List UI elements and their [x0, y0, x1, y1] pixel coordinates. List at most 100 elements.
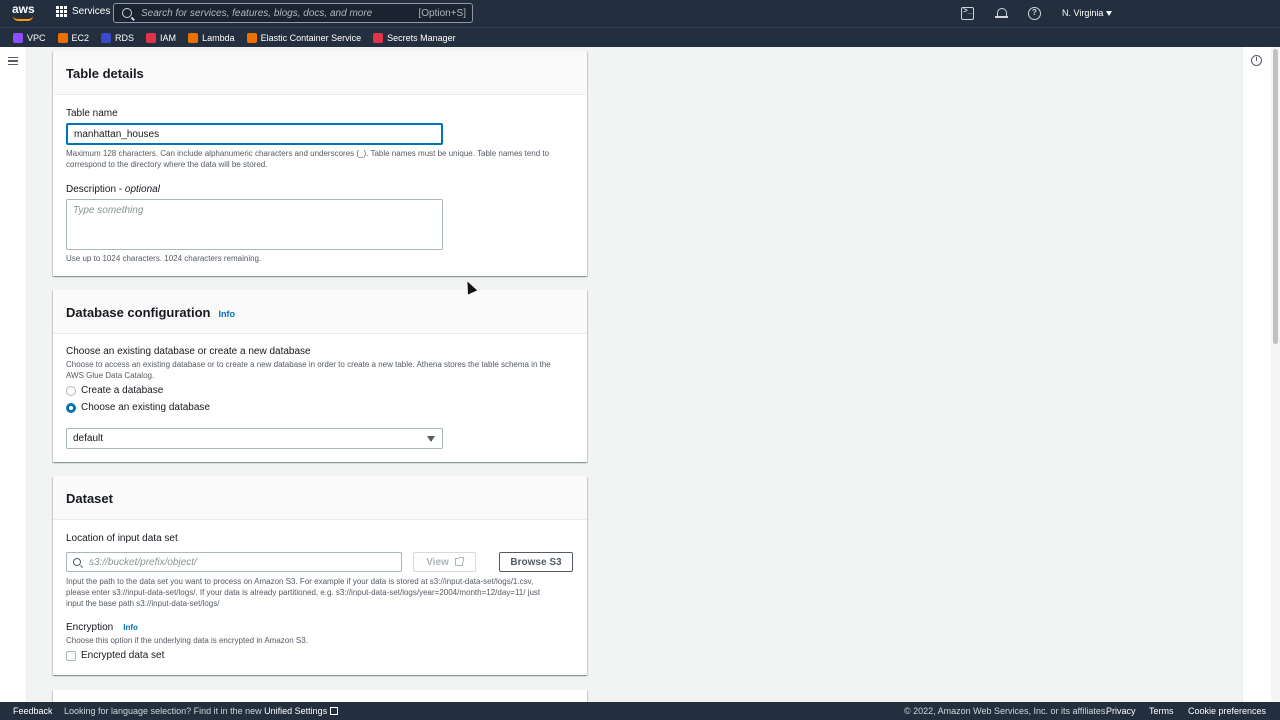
- favorite-iam[interactable]: IAM: [146, 32, 177, 43]
- table-name-hint-line: Maximum 128 characters. Can include alph…: [66, 149, 550, 158]
- browse-s3-label: Browse S3: [510, 556, 562, 568]
- database-configuration-title: Database configuration Info: [66, 305, 235, 320]
- language-text: Looking for language selection? Find it …: [64, 706, 262, 716]
- ecs-icon: [246, 32, 257, 43]
- global-search-input[interactable]: Search for services, features, blogs, do…: [113, 3, 473, 23]
- panel-header: Database configuration Info: [53, 290, 587, 334]
- encryption-hint: Choose this option if the underlying dat…: [66, 636, 308, 645]
- optional-label: optional: [124, 184, 160, 195]
- favorite-label: Lambda: [202, 32, 235, 43]
- table-name-hint: Maximum 128 characters. Can include alph…: [66, 148, 576, 170]
- favorite-label: VPC: [27, 32, 46, 43]
- iam-icon: [146, 32, 157, 43]
- favorite-label: Elastic Container Service: [260, 32, 362, 43]
- encrypted-data-set-checkbox[interactable]: Encrypted data set: [66, 650, 164, 661]
- favorites-bar: VPC EC2 RDS IAM Lambda Elastic Container…: [0, 27, 1280, 47]
- radio-label: Choose an existing database: [81, 402, 210, 413]
- database-choice-hint-line: Choose to access an existing database or…: [66, 360, 551, 369]
- footer: Feedback Looking for language selection?…: [0, 702, 1280, 720]
- favorite-ecs[interactable]: Elastic Container Service: [246, 32, 362, 43]
- database-select[interactable]: default: [66, 428, 443, 449]
- radio-label: Create a database: [81, 385, 164, 396]
- ec2-icon: [57, 32, 68, 43]
- database-configuration-title-text: Database configuration: [66, 305, 211, 320]
- region-selector[interactable]: N. Virginia: [1062, 8, 1113, 18]
- view-button-label: View: [426, 556, 449, 568]
- external-link-icon: [454, 557, 464, 566]
- encryption-label-text: Encryption: [66, 622, 114, 633]
- caret-down-icon: [427, 436, 435, 442]
- language-notice: Looking for language selection? Find it …: [64, 706, 339, 716]
- location-placeholder: s3://bucket/prefix/object/: [89, 556, 197, 568]
- favorite-vpc[interactable]: VPC: [13, 32, 46, 43]
- cloudshell-icon[interactable]: [961, 6, 974, 20]
- top-navigation: aws Services Search for services, featur…: [0, 0, 1280, 27]
- feedback-link[interactable]: Feedback: [13, 706, 53, 716]
- rds-icon: [101, 32, 112, 43]
- unified-settings-link[interactable]: Unified Settings: [264, 706, 327, 716]
- favorite-label: Secrets Manager: [387, 32, 456, 43]
- vpc-icon: [13, 32, 23, 43]
- panel-header: Table details: [53, 51, 587, 95]
- privacy-link[interactable]: Privacy: [1106, 706, 1136, 716]
- radio-circle: [66, 385, 76, 396]
- encryption-info-link[interactable]: Info: [123, 623, 138, 632]
- external-link-icon: [330, 707, 339, 715]
- description-textarea[interactable]: Type something: [66, 199, 443, 250]
- lambda-icon: [188, 32, 199, 43]
- services-label: Services: [72, 6, 111, 17]
- favorite-ec2[interactable]: EC2: [57, 32, 90, 43]
- checkbox-label: Encrypted data set: [81, 650, 165, 661]
- database-choice-label: Choose an existing database or create a …: [66, 346, 311, 357]
- help-icon[interactable]: ?: [1028, 7, 1041, 20]
- favorite-label: RDS: [115, 32, 135, 43]
- table-name-value: manhattan_houses: [74, 128, 160, 140]
- table-name-input[interactable]: manhattan_houses: [66, 123, 443, 145]
- location-label: Location of input data set: [66, 533, 178, 544]
- description-label-text: Description -: [66, 184, 125, 195]
- location-hint-line: Input the path to the data set you want …: [66, 577, 534, 586]
- terms-link[interactable]: Terms: [1149, 706, 1174, 716]
- selected-database: default: [73, 433, 104, 444]
- existing-database-radio[interactable]: Choose an existing database: [66, 402, 210, 413]
- browse-s3-button[interactable]: Browse S3: [499, 552, 573, 572]
- favorite-label: EC2: [71, 32, 90, 43]
- panel-header: Dataset: [53, 476, 587, 520]
- notifications-bell-icon[interactable]: [995, 7, 1008, 20]
- caret-down-icon: [1106, 11, 1113, 17]
- favorite-lambda[interactable]: Lambda: [188, 32, 235, 43]
- checkbox-box: [66, 650, 76, 661]
- page-scrollbar[interactable]: [1271, 47, 1280, 702]
- radio-circle-selected: [66, 402, 76, 413]
- create-database-radio[interactable]: Create a database: [66, 385, 163, 396]
- favorite-secrets-manager[interactable]: Secrets Manager: [373, 32, 456, 43]
- location-hint-line: please enter s3://input-data-set/logs/. …: [66, 588, 541, 597]
- search-icon: [73, 558, 81, 566]
- search-shortcut: [Option+S]: [418, 7, 466, 19]
- info-link[interactable]: Info: [218, 309, 235, 319]
- services-menu-button[interactable]: Services: [56, 6, 110, 17]
- location-hint: Input the path to the data set you want …: [66, 576, 581, 609]
- table-name-hint-line: correspond to the directory where the da…: [66, 160, 268, 169]
- view-button[interactable]: View: [413, 552, 476, 572]
- location-input[interactable]: s3://bucket/prefix/object/: [66, 552, 402, 572]
- aws-logo[interactable]: aws: [12, 2, 35, 22]
- table-details-panel: Table details Table name manhattan_house…: [53, 51, 587, 276]
- scrollbar-thumb[interactable]: [1273, 49, 1278, 344]
- side-navigation-rail: [0, 47, 27, 702]
- dataset-title: Dataset: [66, 491, 113, 506]
- region-label: N. Virginia: [1062, 8, 1104, 18]
- favorite-rds[interactable]: RDS: [101, 32, 135, 43]
- grid-icon: [56, 6, 67, 17]
- favorite-label: IAM: [160, 32, 177, 43]
- next-panel: [53, 690, 587, 702]
- aws-logo-text: aws: [12, 2, 35, 16]
- description-placeholder: Type something: [73, 205, 144, 216]
- dataset-panel: Dataset Location of input data set s3://…: [53, 476, 587, 675]
- database-choice-hint-line: AWS Glue Data Catalog.: [66, 371, 155, 380]
- cookie-preferences-link[interactable]: Cookie preferences: [1188, 706, 1266, 716]
- menu-icon[interactable]: [8, 57, 18, 65]
- info-icon[interactable]: i: [1251, 55, 1262, 66]
- description-hint: Use up to 1024 characters. 1024 characte…: [66, 254, 262, 263]
- tools-rail: [1242, 47, 1271, 702]
